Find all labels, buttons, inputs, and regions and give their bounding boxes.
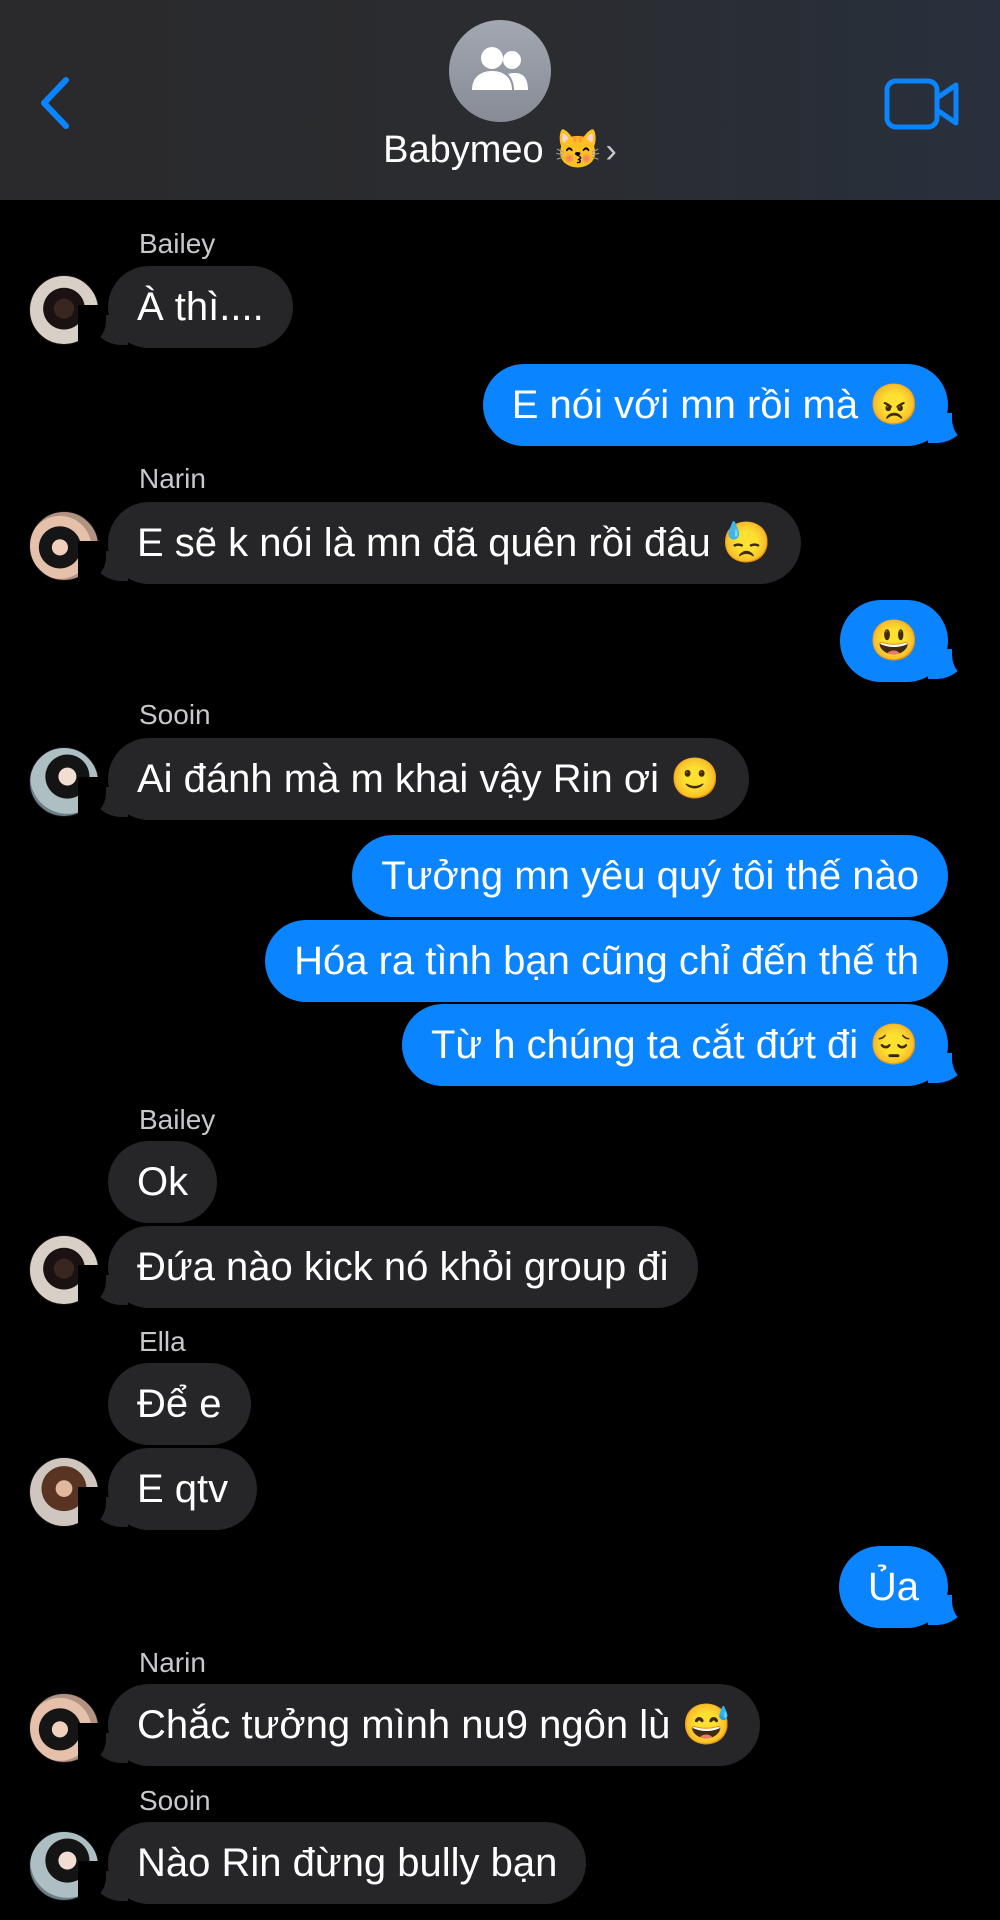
- message-bubble-incoming[interactable]: Ok: [108, 1141, 218, 1223]
- group-avatar[interactable]: [449, 20, 551, 122]
- message-bubble-outgoing[interactable]: Tưởng mn yêu quý tôi thế nào: [352, 835, 948, 917]
- message-bubble-incoming[interactable]: E qtv: [108, 1448, 258, 1530]
- message-bubble-incoming[interactable]: Ai đánh mà m khai vậy Rin ơi 🙂: [108, 738, 749, 820]
- message-bubble-incoming[interactable]: Chắc tưởng mình nu9 ngôn lù 😅: [108, 1684, 761, 1766]
- message-bubble-outgoing[interactable]: Từ h chúng ta cắt đứt đi 😔: [401, 1004, 948, 1086]
- chat-title[interactable]: Babymeo 😽 ›: [0, 128, 1000, 172]
- video-call-button[interactable]: [884, 78, 960, 130]
- chevron-left-icon: [41, 77, 69, 129]
- message-bubble-outgoing[interactable]: 😃: [840, 600, 948, 682]
- message-bubble-outgoing[interactable]: E nói với mn rồi mà 😠: [482, 364, 948, 446]
- sender-name: Bailey: [139, 1104, 216, 1135]
- back-button[interactable]: [30, 72, 80, 132]
- sender-name: Bailey: [139, 228, 216, 259]
- sender-name: Sooin: [139, 1785, 211, 1816]
- message-bubble-outgoing[interactable]: Ủa: [838, 1546, 948, 1628]
- message-bubble-incoming[interactable]: Để e: [108, 1363, 251, 1445]
- chat-title-text: Babymeo 😽: [383, 129, 602, 171]
- message-bubble-incoming[interactable]: Nào Rin đừng bully bạn: [108, 1822, 587, 1904]
- chevron-right-icon: ›: [605, 132, 617, 170]
- message-bubble-incoming[interactable]: À thì....: [108, 266, 293, 348]
- sender-name: Ella: [139, 1326, 186, 1357]
- sender-name: Narin: [139, 463, 206, 494]
- chat-header: Babymeo 😽 ›: [0, 0, 1000, 200]
- video-camera-icon: [884, 78, 959, 130]
- group-people-icon: [472, 47, 528, 90]
- message-bubble-incoming[interactable]: Đứa nào kick nó khỏi group đi: [108, 1226, 698, 1308]
- message-bubble-incoming[interactable]: E sẽ k nói là mn đã quên rồi đâu 😓: [108, 502, 801, 584]
- message-bubble-outgoing[interactable]: Hóa ra tình bạn cũng chỉ đến thế th: [265, 920, 948, 1002]
- sender-name: Sooin: [139, 699, 211, 730]
- sender-name: Narin: [139, 1647, 206, 1678]
